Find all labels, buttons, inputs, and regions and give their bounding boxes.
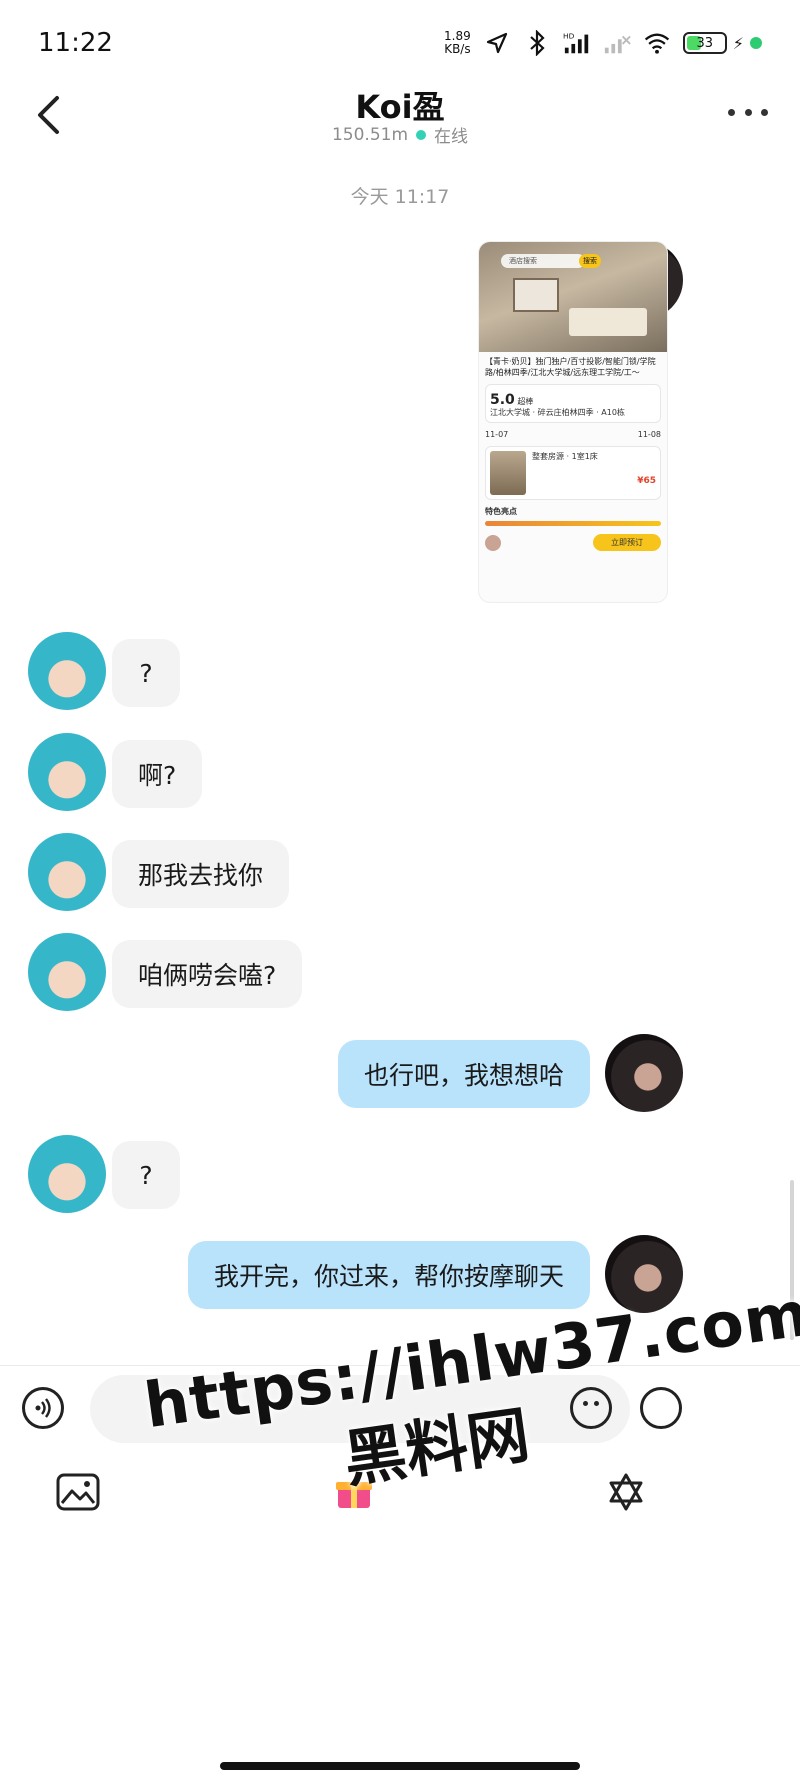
wifi-icon <box>643 29 671 57</box>
distance-label: 150.51m <box>331 124 409 145</box>
chat-timestamp: 今天 11:17 <box>350 186 450 208</box>
battery-indicator: 33 ⚡ <box>682 32 762 54</box>
avatar[interactable] <box>605 1034 683 1112</box>
card-search-button: 搜索 <box>579 254 601 268</box>
bluetooth-icon <box>523 29 551 57</box>
more-button[interactable] <box>728 102 768 122</box>
avatar[interactable] <box>28 1135 106 1213</box>
listing-location: 江北大学城 · 碎云庄柏林四季 · A10栋 <box>490 408 625 417</box>
bottom-toolbar <box>0 1462 800 1522</box>
avatar[interactable] <box>28 632 106 710</box>
listing-title: 【青卡·奶贝】独门独户/百寸投影/智能门锁/学院路/柏林四季/江北大学城/远东理… <box>485 357 656 377</box>
charging-icon: ⚡ <box>732 33 744 53</box>
message-bubble[interactable]: 我开完，你过来，帮你按摩聊天 <box>187 1241 590 1309</box>
avatar[interactable] <box>605 1235 683 1313</box>
chat-header: Koi盈 150.51m 在线 <box>0 80 800 160</box>
svg-text:HD: HD <box>563 31 575 40</box>
checkout-date: 11-08 <box>637 430 661 439</box>
star-of-david-icon[interactable] <box>602 1468 650 1516</box>
voice-button[interactable] <box>22 1387 64 1429</box>
room-thumbnail <box>490 451 526 495</box>
features-label: 特色亮点 <box>485 507 517 516</box>
status-time: 11:22 <box>38 28 113 58</box>
location-icon <box>483 29 511 57</box>
book-button: 立即预订 <box>593 534 661 551</box>
message-bubble[interactable]: ? <box>112 639 180 707</box>
status-icons: 1.89 KB/s HD 33 ⚡ <box>444 26 762 60</box>
shared-listing-card[interactable]: 酒店搜索 搜索 【青卡·奶贝】独门独户/百寸投影/智能门锁/学院路/柏林四季/江… <box>478 241 668 603</box>
battery-level: 33 <box>696 35 714 51</box>
battery-icon: 33 <box>682 32 727 54</box>
net-speed-unit: KB/s <box>444 42 471 56</box>
online-dot <box>416 129 427 140</box>
message-input[interactable] <box>90 1375 630 1443</box>
message-bubble[interactable]: ? <box>112 1141 180 1209</box>
card-search-bar: 酒店搜索 <box>501 254 585 268</box>
chat-subtitle: 150.51m 在线 <box>0 122 800 148</box>
listing-score: 5.0 <box>490 392 515 408</box>
signal-icon: HD <box>563 29 591 57</box>
emoji-icon[interactable] <box>570 1387 612 1429</box>
image-icon[interactable] <box>54 1468 102 1516</box>
host-avatar <box>485 534 501 551</box>
listing-photo: 酒店搜索 搜索 <box>479 242 667 352</box>
plus-icon[interactable] <box>640 1387 682 1429</box>
home-indicator[interactable] <box>220 1762 580 1770</box>
chat-scrollbar[interactable] <box>790 1180 794 1340</box>
listing-score-label: 超棒 <box>517 397 534 406</box>
message-bubble[interactable]: 也行吧，我想想哈 <box>337 1040 590 1108</box>
gift-icon[interactable] <box>330 1468 378 1516</box>
avatar[interactable] <box>28 933 106 1011</box>
input-divider <box>0 1365 800 1366</box>
presence-label: 在线 <box>434 127 469 147</box>
status-bar: 11:22 1.89 KB/s HD 33 ⚡ <box>0 0 800 90</box>
avatar[interactable] <box>28 833 106 911</box>
checkin-date: 11-07 <box>485 430 509 439</box>
privacy-dot <box>750 37 762 49</box>
net-speed: 1.89 KB/s <box>444 30 471 56</box>
message-bubble[interactable]: 那我去找你 <box>112 840 290 908</box>
voice-icon <box>35 1398 51 1418</box>
message-bubble[interactable]: 咱俩唠会嗑? <box>112 940 303 1008</box>
signal-2-icon <box>603 29 631 57</box>
avatar[interactable] <box>28 733 106 811</box>
more-dots-icon <box>728 108 735 116</box>
message-bubble[interactable]: 啊? <box>112 740 203 808</box>
